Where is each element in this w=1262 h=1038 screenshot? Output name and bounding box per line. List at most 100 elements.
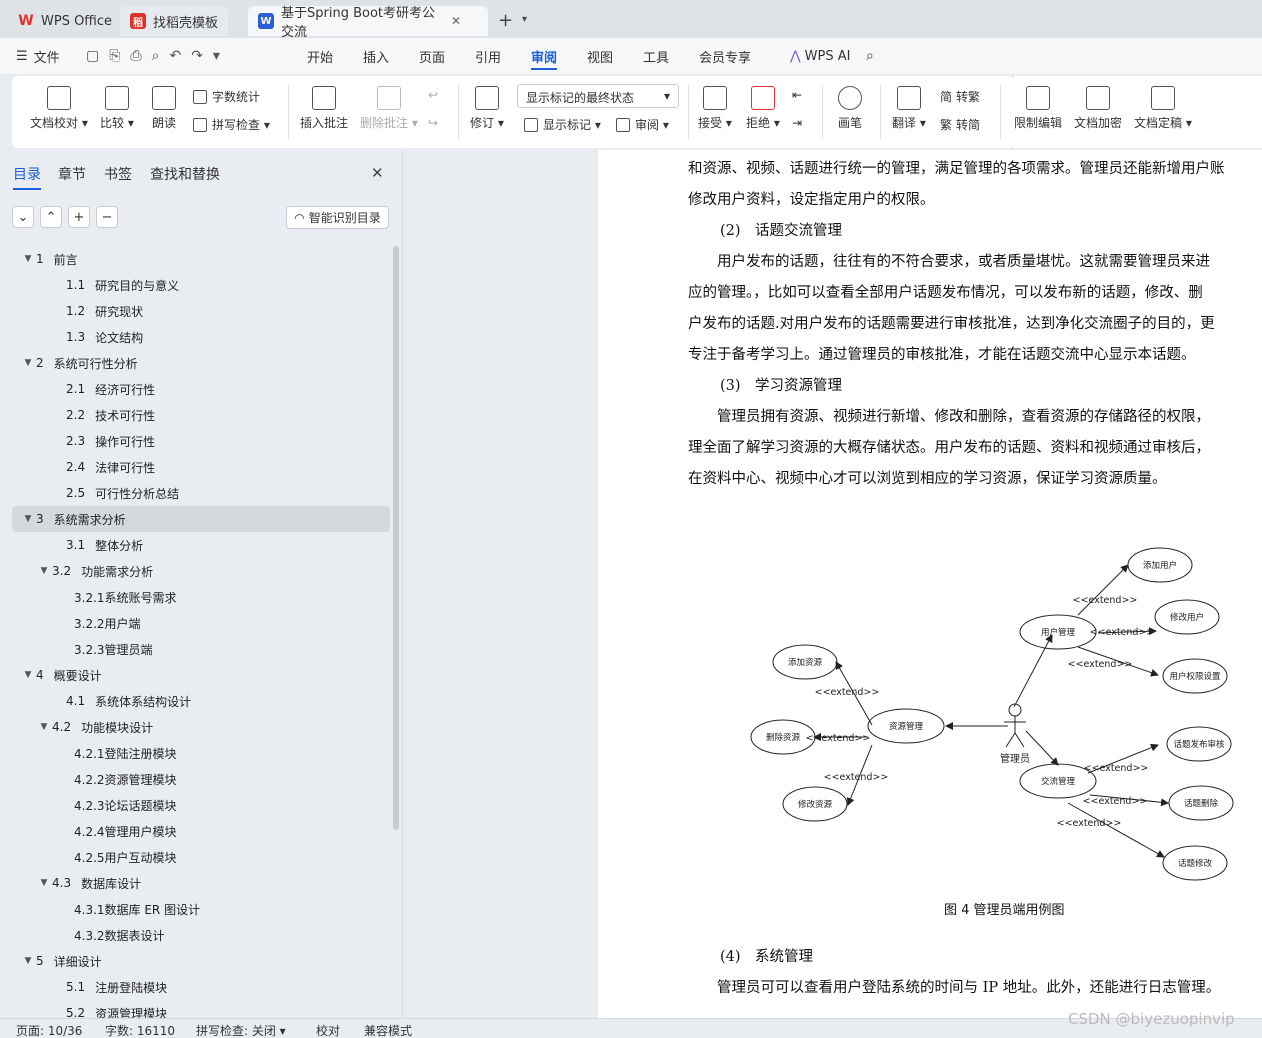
accept-button[interactable]: 接受 ▾ xyxy=(698,86,732,131)
sidebar-scrollbar[interactable] xyxy=(393,246,399,830)
tab-find-replace[interactable]: 查找和替换 xyxy=(150,164,220,184)
collapse-up-icon[interactable]: ⌃ xyxy=(40,206,62,228)
toc-item[interactable]: ▼ 1 前言 xyxy=(12,246,390,272)
track-changes-button[interactable]: 修订 ▾ xyxy=(470,86,504,131)
expand-arrow-icon[interactable]: ▼ xyxy=(38,878,50,888)
toc-item[interactable]: 1.1 研究目的与意义 xyxy=(12,272,390,298)
expand-arrow-icon[interactable]: ▼ xyxy=(22,670,34,680)
menu-vip[interactable]: 会员专享 xyxy=(699,38,751,74)
search-icon[interactable]: ⌕ xyxy=(866,38,874,74)
toc-item[interactable]: ▼ 4.3 数据库设计 xyxy=(12,870,390,896)
menu-review[interactable]: 审阅 xyxy=(531,38,558,74)
toc-item[interactable]: 4.1 系统体系结构设计 xyxy=(12,688,390,714)
compare-button[interactable]: 比较 ▾ xyxy=(100,86,134,131)
pen-button[interactable]: 画笔 xyxy=(838,86,862,131)
toc-item[interactable]: 1.3 论文结构 xyxy=(12,324,390,350)
restrict-edit-button[interactable]: 限制编辑 xyxy=(1014,86,1062,131)
doc-check-button[interactable]: 文档校对 ▾ xyxy=(30,86,88,131)
toc-item[interactable]: 3.2.2用户端 xyxy=(12,610,390,636)
expand-arrow-icon[interactable]: ▼ xyxy=(22,358,34,368)
toc-item[interactable]: 2.4 法律可行性 xyxy=(12,454,390,480)
markup-mode-select[interactable]: 显示标记的最终状态 ▾ xyxy=(517,84,679,108)
toc-item[interactable]: ▼ 4 概要设计 xyxy=(12,662,390,688)
spell-check-status[interactable]: 拼写检查: 关闭 ▾ xyxy=(196,1022,286,1038)
review-pane-button[interactable]: 审阅 ▾ xyxy=(616,116,669,133)
word-count-status[interactable]: 字数: 16110 xyxy=(105,1022,175,1038)
tab-wps-office[interactable]: W WPS Office xyxy=(8,6,122,36)
new-tab-icon[interactable]: + xyxy=(498,10,513,31)
toc-item[interactable]: 2.5 可行性分析总结 xyxy=(12,480,390,506)
accept-icon xyxy=(702,86,727,110)
tab-template[interactable]: 稻找稻壳模板 xyxy=(120,6,229,36)
toc-item[interactable]: 2.1 经济可行性 xyxy=(12,376,390,402)
usecase-label: 修改资源 xyxy=(798,799,833,810)
menu-reference[interactable]: 引用 xyxy=(475,38,501,74)
toc-item[interactable]: 4.2.5用户互动模块 xyxy=(12,844,390,870)
expand-down-icon[interactable]: ⌄ xyxy=(12,206,34,228)
toc-number: 1.3 xyxy=(66,330,86,344)
next-change-icon[interactable]: ⇥ xyxy=(792,116,802,130)
to-traditional-button[interactable]: 简转繁 xyxy=(940,88,980,105)
tab-chapter[interactable]: 章节 xyxy=(58,164,86,184)
expand-arrow-icon[interactable]: ▼ xyxy=(38,722,50,732)
tab-document[interactable]: W 基于Spring Boot考研考公交流 ✕ xyxy=(248,6,488,40)
toc-item[interactable]: 4.3.2数据表设计 xyxy=(12,922,390,948)
toc-item[interactable]: 5.1 注册登陆模块 xyxy=(12,974,390,1000)
toc-title: 4.3.1数据库 ER 图设计 xyxy=(74,902,201,917)
spell-check-button[interactable]: 拼写检查 ▾ xyxy=(193,116,270,133)
expand-arrow-icon[interactable]: ▼ xyxy=(22,254,34,264)
add-icon[interactable]: + xyxy=(68,206,90,228)
toc-item[interactable]: 3.1 整体分析 xyxy=(12,532,390,558)
toc-item[interactable]: 4.2.2资源管理模块 xyxy=(12,766,390,792)
menu-view[interactable]: 视图 xyxy=(587,38,613,74)
close-tab-icon[interactable]: ✕ xyxy=(451,14,461,28)
prev-change-icon[interactable]: ⇤ xyxy=(792,88,802,102)
wps-ai-button[interactable]: ⋀ WPS AI xyxy=(790,38,850,74)
file-menu[interactable]: ☰ 文件 xyxy=(16,38,60,74)
encrypt-button[interactable]: 文档加密 xyxy=(1074,86,1122,131)
menu-start[interactable]: 开始 xyxy=(307,38,333,74)
toc-item[interactable]: 4.2.3论坛话题模块 xyxy=(12,792,390,818)
doc-line: 专注于备考学习上。通过管理员的审核批准，才能在话题交流中心显示本话题。 xyxy=(688,347,1196,363)
expand-arrow-icon[interactable]: ▼ xyxy=(22,956,34,966)
menu-tools[interactable]: 工具 xyxy=(643,38,669,74)
finalize-button[interactable]: 文档定稿 ▾ xyxy=(1134,86,1192,131)
smart-toc-button[interactable]: ◠ 智能识别目录 xyxy=(286,206,389,229)
word-count-button[interactable]: 字数统计 xyxy=(193,88,260,105)
show-marks-button[interactable]: 显示标记 ▾ xyxy=(524,116,601,133)
toc-item[interactable]: 4.2.1登陆注册模块 xyxy=(12,740,390,766)
toc-item[interactable]: ▼ 2 系统可行性分析 xyxy=(12,350,390,376)
insert-comment-button[interactable]: 插入批注 xyxy=(300,86,348,131)
menu-page[interactable]: 页面 xyxy=(419,38,445,74)
smart-icon: ◠ xyxy=(294,210,305,225)
toc-item[interactable]: ▼ 3 系统需求分析 xyxy=(12,506,390,532)
remove-icon[interactable]: − xyxy=(96,206,118,228)
toc-item[interactable]: 3.2.1系统账号需求 xyxy=(12,584,390,610)
chevron-down-icon[interactable]: ▾ xyxy=(522,14,527,25)
reject-button[interactable]: 拒绝 ▾ xyxy=(746,86,780,131)
toc-item[interactable]: 2.3 操作可行性 xyxy=(12,428,390,454)
close-icon[interactable]: ✕ xyxy=(371,164,384,182)
menu-insert[interactable]: 插入 xyxy=(363,38,389,74)
delete-comment-button[interactable]: 删除批注 ▾ xyxy=(360,86,418,131)
tab-bookmark[interactable]: 书签 xyxy=(104,164,132,184)
toc-item[interactable]: ▼ 4.2 功能模块设计 xyxy=(12,714,390,740)
toc-item[interactable]: 2.2 技术可行性 xyxy=(12,402,390,428)
next-comment-icon[interactable]: ↪ xyxy=(428,116,438,130)
toc-item[interactable]: 1.2 研究现状 xyxy=(12,298,390,324)
toc-item[interactable]: ▼ 5 详细设计 xyxy=(12,948,390,974)
proof-status[interactable]: 校对 xyxy=(316,1022,340,1038)
toc-item[interactable]: 4.2.4管理用户模块 xyxy=(12,818,390,844)
toc-item[interactable]: 3.2.3管理员端 xyxy=(12,636,390,662)
to-simplified-button[interactable]: 繁转简 xyxy=(940,116,980,133)
read-aloud-button[interactable]: 朗读 xyxy=(152,86,176,131)
quick-access-toolbar[interactable]: ▢⎘⎙⌕↶↷▾ xyxy=(86,38,230,74)
translate-button[interactable]: 翻译 ▾ xyxy=(892,86,926,131)
page-indicator[interactable]: 页面: 10/36 xyxy=(16,1022,82,1038)
expand-arrow-icon[interactable]: ▼ xyxy=(38,566,50,576)
toc-item[interactable]: 4.3.1数据库 ER 图设计 xyxy=(12,896,390,922)
tab-toc[interactable]: 目录 xyxy=(13,164,41,190)
prev-comment-icon[interactable]: ↩ xyxy=(428,88,438,102)
expand-arrow-icon[interactable]: ▼ xyxy=(22,514,34,524)
toc-item[interactable]: ▼ 3.2 功能需求分析 xyxy=(12,558,390,584)
